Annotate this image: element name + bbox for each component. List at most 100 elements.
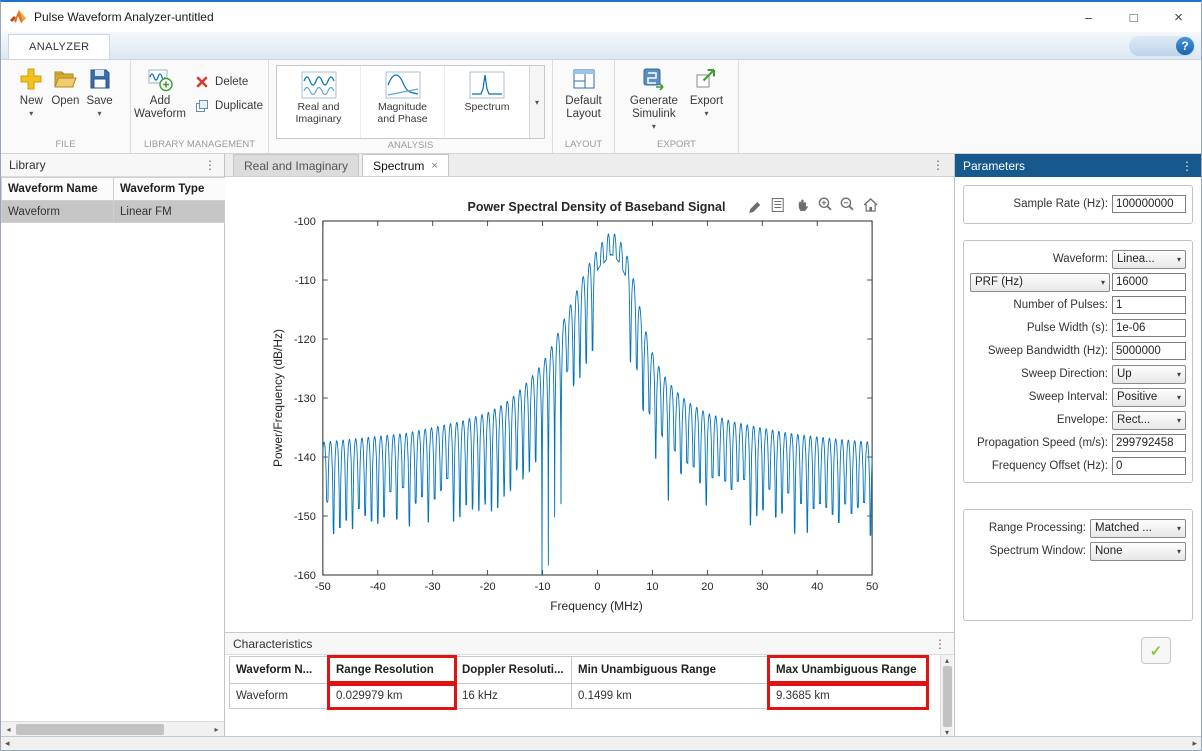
char-col-range-resolution[interactable]: Range Resolution bbox=[330, 657, 456, 684]
library-cell-name[interactable]: Waveform bbox=[2, 201, 114, 223]
apply-button[interactable]: ✓ bbox=[1141, 637, 1171, 664]
x-tick-label: 20 bbox=[701, 581, 713, 593]
envelope-select[interactable]: Rect... ▾ bbox=[1112, 411, 1186, 430]
range-processing-label: Range Processing: bbox=[970, 522, 1086, 534]
spectrum-button[interactable]: Spectrum bbox=[445, 66, 529, 138]
maximize-button[interactable]: □ bbox=[1111, 2, 1156, 32]
characteristics-menu[interactable]: ⋮ bbox=[934, 638, 946, 650]
plot-edit-icon[interactable] bbox=[749, 202, 760, 213]
export-dropdown-icon[interactable]: ▾ bbox=[704, 110, 708, 118]
sweep-interval-label: Sweep Interval: bbox=[970, 391, 1108, 403]
sweep-bandwidth-input[interactable] bbox=[1112, 342, 1186, 360]
document-tab-menu[interactable]: ⋮ bbox=[932, 159, 944, 171]
real-and-imaginary-button[interactable]: Real and Imaginary bbox=[277, 66, 361, 138]
sample-rate-label: Sample Rate (Hz): bbox=[970, 198, 1108, 210]
chevron-down-icon: ▾ bbox=[1177, 524, 1181, 533]
waveform-group: Waveform: Linea... ▾ PRF (Hz) ▾ bbox=[963, 240, 1193, 483]
scroll-left-icon[interactable]: ◂ bbox=[1, 725, 16, 734]
library-row-selected[interactable]: Waveform Linear FM bbox=[2, 201, 226, 223]
processing-group: Range Processing: Matched ... ▾ Spectrum… bbox=[963, 509, 1193, 621]
default-layout-button[interactable]: Default Layout bbox=[563, 64, 603, 123]
generate-simulink-button[interactable]: Generate Simulink ▾ bbox=[628, 64, 680, 133]
characteristics-vertical-scrollbar[interactable]: ▴ ▾ bbox=[940, 655, 953, 736]
save-button[interactable]: Save ▾ bbox=[84, 64, 114, 120]
spectrum-window-label: Spectrum Window: bbox=[970, 545, 1086, 557]
tab-spectrum[interactable]: Spectrum × bbox=[362, 154, 449, 176]
plot-zoom-out-icon[interactable] bbox=[841, 198, 853, 210]
chevron-down-icon: ▾ bbox=[1177, 547, 1181, 556]
plot-pan-icon[interactable] bbox=[799, 200, 808, 212]
minimize-button[interactable]: – bbox=[1066, 2, 1111, 32]
tab-real-and-imaginary[interactable]: Real and Imaginary bbox=[233, 154, 359, 176]
char-col-doppler-resolution[interactable]: Doppler Resoluti... bbox=[456, 657, 572, 684]
number-of-pulses-input[interactable] bbox=[1112, 296, 1186, 314]
library-table: Waveform Name Waveform Type Waveform Lin… bbox=[1, 177, 226, 223]
propagation-speed-input[interactable] bbox=[1112, 434, 1186, 452]
characteristics-row[interactable]: Waveform 0.029979 km 16 kHz 0.1499 km 9.… bbox=[230, 684, 928, 709]
plot-copy-icon[interactable] bbox=[772, 199, 783, 212]
plot-zoom-in-icon[interactable] bbox=[819, 198, 831, 210]
char-col-min-unambiguous-range[interactable]: Min Unambiguous Range bbox=[572, 657, 770, 684]
characteristics-title: Characteristics bbox=[233, 637, 934, 651]
collapse-right-icon[interactable]: ▸ bbox=[1192, 738, 1197, 749]
duplicate-button[interactable]: Duplicate bbox=[191, 98, 267, 114]
gallery-dropdown-button[interactable]: ▾ bbox=[529, 66, 544, 138]
sweep-direction-label: Sweep Direction: bbox=[970, 368, 1108, 380]
close-button[interactable]: × bbox=[1156, 2, 1201, 32]
tab-analyzer[interactable]: ANALYZER bbox=[8, 34, 110, 59]
help-button[interactable]: ? bbox=[1176, 37, 1194, 55]
spectrum-icon bbox=[469, 71, 505, 99]
sweep-interval-select[interactable]: Positive ▾ bbox=[1112, 388, 1186, 407]
analysis-gallery: Real and Imaginary Magnitude and Phase bbox=[276, 65, 545, 139]
collapse-left-icon[interactable]: ◂ bbox=[5, 738, 10, 749]
library-cell-type[interactable]: Linear FM bbox=[114, 201, 226, 223]
scrollbar-thumb[interactable] bbox=[16, 724, 164, 735]
x-tick-label: -50 bbox=[315, 581, 331, 593]
new-dropdown-icon[interactable]: ▾ bbox=[29, 110, 33, 118]
generate-simulink-icon bbox=[641, 66, 667, 92]
open-button[interactable]: Open bbox=[49, 64, 81, 110]
new-icon bbox=[18, 66, 44, 92]
delete-button[interactable]: Delete bbox=[191, 74, 267, 90]
section-label-file: FILE bbox=[1, 138, 130, 153]
add-waveform-button[interactable]: Add Waveform bbox=[132, 64, 188, 123]
spectrum-window-select[interactable]: None ▾ bbox=[1090, 542, 1186, 561]
magnitude-and-phase-button[interactable]: Magnitude and Phase bbox=[361, 66, 445, 138]
char-cell-range-resolution: 0.029979 km bbox=[330, 684, 456, 709]
sweep-direction-select[interactable]: Up ▾ bbox=[1112, 365, 1186, 384]
library-col-waveform-name[interactable]: Waveform Name bbox=[2, 178, 114, 201]
x-tick-label: -20 bbox=[480, 581, 496, 593]
frequency-offset-input[interactable] bbox=[1112, 457, 1186, 475]
scroll-up-icon[interactable]: ▴ bbox=[941, 656, 954, 665]
char-col-waveform-name[interactable]: Waveform N... bbox=[230, 657, 330, 684]
x-tick-label: 10 bbox=[646, 581, 658, 593]
export-icon bbox=[693, 66, 719, 92]
sample-rate-input[interactable] bbox=[1112, 195, 1186, 213]
library-panel-menu[interactable]: ⋮ bbox=[204, 159, 216, 171]
save-dropdown-icon[interactable]: ▾ bbox=[98, 110, 102, 118]
plot-home-icon[interactable] bbox=[864, 199, 877, 211]
new-button[interactable]: New ▾ bbox=[16, 64, 46, 120]
section-layout: Default Layout LAYOUT bbox=[553, 60, 615, 153]
export-button[interactable]: Export ▾ bbox=[688, 64, 725, 120]
propagation-speed-label: Propagation Speed (m/s): bbox=[970, 437, 1108, 449]
prf-select[interactable]: PRF (Hz) ▾ bbox=[970, 273, 1110, 292]
prf-input[interactable] bbox=[1112, 273, 1186, 291]
window-title: Pulse Waveform Analyzer-untitled bbox=[34, 10, 214, 24]
tab-close-icon[interactable]: × bbox=[431, 160, 437, 172]
range-processing-select[interactable]: Matched ... ▾ bbox=[1090, 519, 1186, 538]
char-col-max-unambiguous-range[interactable]: Max Unambiguous Range bbox=[770, 657, 928, 684]
pulse-width-input[interactable] bbox=[1112, 319, 1186, 337]
frequency-offset-label: Frequency Offset (Hz): bbox=[970, 460, 1108, 472]
scroll-down-icon[interactable]: ▾ bbox=[941, 728, 954, 736]
scrollbar-thumb[interactable] bbox=[943, 666, 952, 727]
generate-simulink-dropdown-icon[interactable]: ▾ bbox=[652, 123, 656, 131]
library-horizontal-scrollbar[interactable]: ◂ ▸ bbox=[1, 721, 224, 736]
y-tick-label: -160 bbox=[294, 570, 316, 582]
parameters-menu[interactable]: ⋮ bbox=[1181, 160, 1193, 172]
document-area: Real and Imaginary Spectrum × ⋮ Power Sp… bbox=[225, 154, 954, 736]
waveform-select[interactable]: Linea... ▾ bbox=[1112, 250, 1186, 269]
library-col-waveform-type[interactable]: Waveform Type bbox=[114, 178, 226, 201]
scroll-right-icon[interactable]: ▸ bbox=[209, 725, 224, 734]
delete-icon bbox=[195, 75, 209, 89]
